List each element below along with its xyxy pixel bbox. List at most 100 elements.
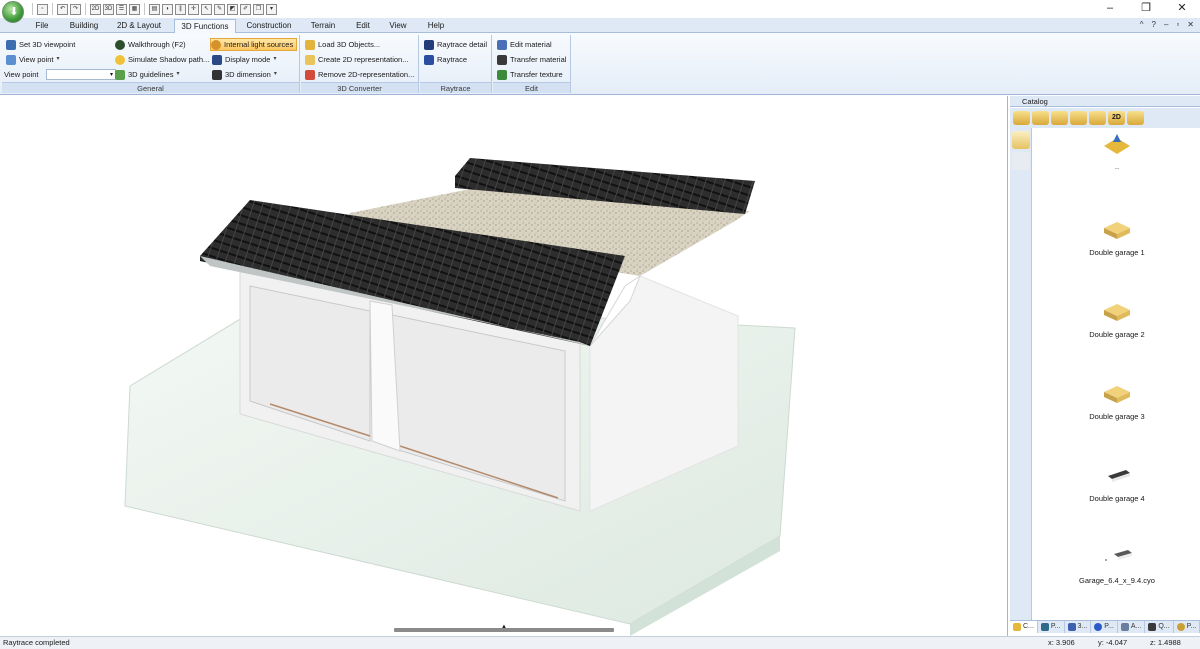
tab-attributes[interactable]: A... — [1118, 621, 1146, 633]
garage-thumbnail-icon — [1108, 470, 1130, 482]
catalog-item-double-garage-2[interactable]: Double garage 2 — [1034, 300, 1200, 339]
grid-icon[interactable]: ▤ — [149, 3, 160, 15]
transfer-material-button[interactable]: Transfer material — [497, 53, 566, 66]
tab-settings[interactable]: P... — [1174, 621, 1200, 633]
walk-icon — [115, 39, 125, 50]
tab-file[interactable]: File — [22, 19, 62, 33]
catalog-2d-button[interactable]: 2D — [1108, 111, 1125, 125]
pipette-icon[interactable]: ✎ — [214, 3, 225, 15]
coordinate-x: x: 3.906 — [1048, 638, 1075, 647]
3d-viewport[interactable]: ▲ — [0, 96, 1008, 636]
catalog-panel: Catalog 2D .. Double garage 1 Double gar… — [1010, 96, 1200, 636]
simulate-shadow-button[interactable]: Simulate Shadow path... — [115, 53, 209, 66]
restore-button[interactable]: ❐ — [1128, 0, 1164, 18]
catalog-door-icon[interactable] — [1032, 111, 1049, 125]
tab-project[interactable]: P... — [1038, 621, 1065, 633]
pointer-icon[interactable]: ↖ — [201, 3, 212, 15]
tab-edit[interactable]: Edit — [346, 19, 380, 33]
view-2d-button[interactable]: 2D — [90, 3, 101, 15]
eraser-icon[interactable]: ◩ — [227, 3, 238, 15]
raytrace-detail-button[interactable]: Raytrace detail — [424, 38, 487, 51]
3d-guidelines-button[interactable]: 3D guidelines ▾ — [115, 68, 179, 81]
tab-3d[interactable]: 3... — [1065, 621, 1092, 633]
display-mode-button[interactable]: Display mode ▾ — [212, 53, 276, 66]
new-file-icon[interactable]: ▫ — [37, 3, 48, 15]
catalog-bottom-tabs: C... P... 3... P... A... Q... P... — [1010, 620, 1200, 633]
catalog-folder-icon[interactable] — [1013, 111, 1030, 125]
catalog-material-icon[interactable] — [1127, 111, 1144, 125]
quantities-icon — [1148, 623, 1157, 631]
help-icon[interactable]: ? — [1152, 20, 1156, 29]
catalog-item-parent[interactable]: .. — [1034, 132, 1200, 171]
customize-icon[interactable]: ▾ — [266, 3, 277, 15]
redo-icon[interactable]: ↷ — [70, 3, 81, 15]
walkthrough-button[interactable]: Walkthrough (F2) — [115, 38, 186, 51]
garage-thumbnail-icon — [1104, 304, 1130, 321]
help-circle-icon — [1094, 623, 1103, 631]
catalog-item-double-garage-3[interactable]: Double garage 3 — [1034, 382, 1200, 421]
view-3d-button[interactable]: 3D — [103, 3, 114, 15]
display-mode-label: Display mode — [225, 55, 271, 64]
catalog-globe-icon[interactable] — [1089, 111, 1106, 125]
tab-3d-functions[interactable]: 3D Functions — [174, 19, 236, 33]
scroll-caret-icon[interactable]: ▲ — [501, 624, 507, 630]
remove-2d-icon — [305, 69, 315, 80]
catalog-item-label: Double garage 2 — [1089, 330, 1145, 339]
copy-icon[interactable]: ❐ — [253, 3, 264, 15]
tab-catalog[interactable]: C... — [1010, 621, 1038, 633]
catalog-plant-icon[interactable] — [1070, 111, 1087, 125]
set-3d-viewpoint-label: Set 3D viewpoint — [19, 40, 76, 49]
doc-minimize-icon[interactable]: – — [1164, 20, 1168, 29]
catalog-tree-icon[interactable] — [1012, 131, 1030, 149]
floor-icon[interactable]: ☰ — [116, 3, 127, 15]
view-point-select[interactable]: ▾ — [46, 69, 116, 80]
collapse-ribbon-icon[interactable]: ^ — [1140, 20, 1144, 29]
magnet-icon[interactable]: ◗ — [162, 3, 173, 15]
tab-quantities[interactable]: Q... — [1145, 621, 1174, 633]
catalog-item-double-garage-4[interactable]: Double garage 4 — [1034, 464, 1200, 503]
catalog-item-garage-file[interactable]: Garage_6.4_x_9.4.cyo — [1034, 546, 1200, 585]
cube-icon — [212, 54, 222, 65]
ribbon-controls: ^ ? – ▫ ✕ — [1140, 20, 1194, 29]
chevron-down-icon: ▾ — [273, 71, 277, 77]
tab-properties[interactable]: P... — [1091, 621, 1118, 633]
catalog-item-label: Double garage 1 — [1089, 248, 1145, 257]
close-button[interactable]: ✕ — [1164, 0, 1200, 18]
internal-light-sources-button[interactable]: Internal light sources — [210, 38, 298, 51]
catalog-item-double-garage-1[interactable]: Double garage 1 — [1034, 218, 1200, 257]
set-3d-viewpoint-button[interactable]: Set 3D viewpoint — [6, 38, 75, 51]
view-point-button[interactable]: View point ▾ — [6, 53, 59, 66]
catalog-furniture-icon[interactable] — [1051, 111, 1068, 125]
edit-material-button[interactable]: Edit material — [497, 38, 552, 51]
remove-2d-representation-button[interactable]: Remove 2D-representation... — [305, 68, 414, 81]
tab-help[interactable]: Help — [416, 19, 456, 33]
dimension-icon — [212, 69, 222, 80]
tab-construction[interactable]: Construction — [238, 19, 300, 33]
group-title-raytrace: Raytrace — [420, 82, 491, 93]
chevron-down-icon: ▾ — [176, 71, 180, 77]
undo-icon[interactable]: ↶ — [57, 3, 68, 15]
tab-label: P... — [1104, 623, 1114, 630]
doc-close-icon[interactable]: ✕ — [1187, 20, 1194, 29]
transfer-texture-button[interactable]: Transfer texture — [497, 68, 563, 81]
raytrace-button[interactable]: Raytrace — [424, 53, 467, 66]
window-icon[interactable]: ▦ — [129, 3, 140, 15]
tab-label: P... — [1186, 623, 1197, 630]
tab-building[interactable]: Building — [62, 19, 106, 33]
brush-icon[interactable]: ✐ — [240, 3, 251, 15]
doc-restore-icon[interactable]: ▫ — [1176, 20, 1179, 29]
tab-terrain[interactable]: Terrain — [300, 19, 346, 33]
3d-dimension-button[interactable]: 3D dimension ▾ — [212, 68, 277, 81]
window-controls: – ❐ ✕ — [1092, 0, 1200, 18]
wall-tool-icon[interactable]: ∥ — [175, 3, 186, 15]
create-2d-representation-button[interactable]: Create 2D representation... — [305, 53, 408, 66]
tab-view[interactable]: View — [380, 19, 416, 33]
catalog-item-label: Double garage 4 — [1089, 494, 1145, 503]
load-3d-objects-button[interactable]: Load 3D Objects... — [305, 38, 380, 51]
chevron-down-icon: ▾ — [273, 56, 277, 62]
tab-2d-layout[interactable]: 2D & Layout — [106, 19, 172, 33]
minimize-button[interactable]: – — [1092, 0, 1128, 18]
snap-icon[interactable]: ✛ — [188, 3, 199, 15]
catalog-list-icon[interactable] — [1012, 152, 1030, 170]
application-menu-button[interactable]: ⬇ — [2, 1, 24, 23]
